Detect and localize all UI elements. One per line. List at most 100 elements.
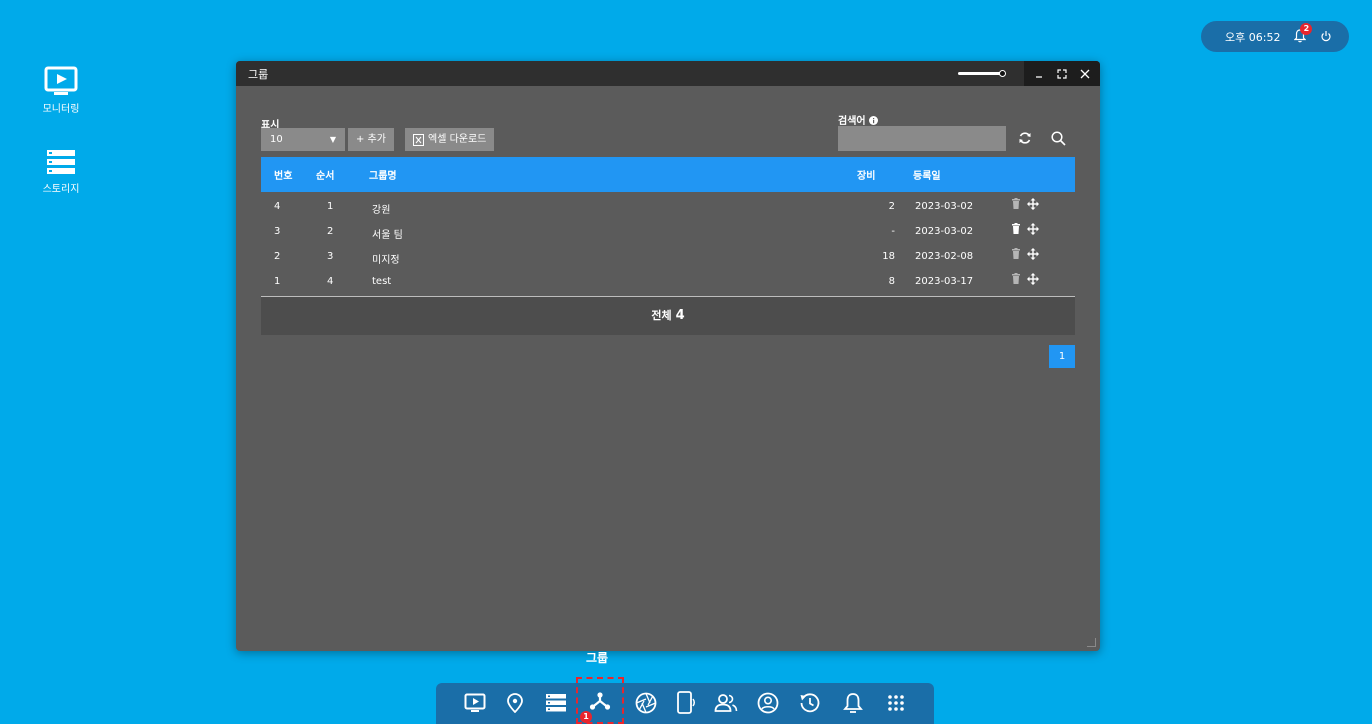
move-icon[interactable] <box>1027 273 1039 285</box>
desktop-item-label: 모니터링 <box>42 104 80 115</box>
excel-download-label: 엑셀 다운로드 <box>428 134 487 145</box>
taskbar-item-users[interactable] <box>714 691 738 715</box>
users-icon <box>714 694 738 712</box>
cell-devices: 2 <box>888 201 895 212</box>
total-count: 4 <box>675 308 685 323</box>
row-actions <box>1011 198 1039 210</box>
column-header-date[interactable]: 등록일 <box>913 167 941 182</box>
refresh-button[interactable] <box>1016 129 1034 147</box>
trash-icon[interactable] <box>1011 198 1021 209</box>
row-actions <box>1011 248 1039 260</box>
table-row[interactable]: 4 1 강원 2 2023-03-02 <box>261 194 1075 219</box>
group-window: 그룹 표시 10 ▼ + 추가 엑셀 다운로드 검색어 번호 순서 그룹명 장비… <box>236 61 1100 651</box>
power-icon <box>1321 30 1332 41</box>
close-icon <box>1080 69 1090 78</box>
cell-no: 1 <box>274 276 281 287</box>
table-total: 전체 4 <box>261 297 1075 335</box>
close-button[interactable] <box>1078 67 1092 81</box>
window-title: 그룹 <box>248 67 269 81</box>
taskbar-badge: 1 <box>580 711 592 723</box>
taskbar-item-apps[interactable] <box>884 691 908 715</box>
trash-icon[interactable] <box>1011 248 1021 259</box>
user-circle-icon <box>757 692 779 714</box>
cell-date: 2023-02-08 <box>915 251 974 262</box>
search-label: 검색어 <box>838 112 879 127</box>
cell-name: test <box>372 276 392 287</box>
row-actions <box>1011 223 1039 235</box>
cell-name: 미지정 <box>372 255 400 266</box>
cell-date: 2023-03-17 <box>915 276 974 287</box>
pagination-page-1[interactable]: 1 <box>1049 345 1075 368</box>
column-header-devices[interactable]: 장비 <box>857 167 875 182</box>
taskbar-item-device[interactable] <box>674 691 698 715</box>
search-button[interactable] <box>1049 129 1067 147</box>
table-header: 번호 순서 그룹명 장비 등록일 <box>261 157 1075 192</box>
search-input[interactable] <box>838 126 1006 151</box>
refresh-icon <box>1019 132 1031 144</box>
table-row[interactable]: 2 3 미지정 18 2023-02-08 <box>261 244 1075 269</box>
maximize-button[interactable] <box>1055 67 1069 81</box>
cell-devices: 18 <box>882 251 895 262</box>
apps-grid-icon <box>888 695 904 711</box>
cell-order: 1 <box>327 201 334 212</box>
page-size-select[interactable]: 10 ▼ <box>261 128 345 151</box>
taskbar-item-notifications[interactable] <box>841 691 865 715</box>
taskbar-item-group[interactable]: 1 <box>576 677 624 724</box>
table-row[interactable]: 3 2 서울 팀 - 2023-03-02 <box>261 219 1075 244</box>
status-bar: 오후 06:52 2 <box>1201 21 1349 52</box>
power-button[interactable] <box>1320 30 1334 44</box>
info-icon <box>869 116 879 125</box>
cell-no: 3 <box>274 226 281 237</box>
minimize-icon <box>1036 75 1043 78</box>
taskbar-item-location[interactable] <box>503 691 527 715</box>
window-controls <box>1024 61 1100 86</box>
chevron-down-icon: ▼ <box>329 135 336 144</box>
add-button[interactable]: + 추가 <box>348 128 394 151</box>
opacity-slider-handle[interactable] <box>999 70 1006 77</box>
monitor-play-icon <box>464 693 486 712</box>
group-table: 번호 순서 그룹명 장비 등록일 4 1 강원 2 2023-03-02 3 2… <box>261 157 1075 335</box>
minimize-button[interactable] <box>1032 67 1046 81</box>
page-size-value: 10 <box>270 134 283 145</box>
cell-devices: - <box>891 226 895 237</box>
column-header-name[interactable]: 그룹명 <box>369 167 397 182</box>
excel-download-button[interactable]: 엑셀 다운로드 <box>405 128 495 151</box>
clock: 오후 06:52 <box>1225 30 1281 44</box>
column-header-order[interactable]: 순서 <box>316 167 334 182</box>
opacity-slider[interactable] <box>958 72 1004 75</box>
taskbar-tooltip: 그룹 <box>586 651 609 665</box>
table-body: 4 1 강원 2 2023-03-02 3 2 서울 팀 - 2023-03-0… <box>261 192 1075 294</box>
cell-date: 2023-03-02 <box>915 201 974 212</box>
row-actions <box>1011 273 1039 285</box>
cell-no: 4 <box>274 201 281 212</box>
taskbar: 1 <box>436 677 934 724</box>
storage-icon <box>546 694 566 712</box>
cell-devices: 8 <box>888 276 895 287</box>
move-icon[interactable] <box>1027 223 1039 235</box>
monitor-play-icon <box>44 66 78 95</box>
desktop-item-storage[interactable]: 스토리지 <box>31 150 91 195</box>
move-icon[interactable] <box>1027 198 1039 210</box>
cell-date: 2023-03-02 <box>915 226 974 237</box>
maximize-icon <box>1057 68 1067 79</box>
move-icon[interactable] <box>1027 248 1039 260</box>
desktop-item-monitoring[interactable]: 모니터링 <box>31 66 91 115</box>
taskbar-item-history[interactable] <box>798 691 822 715</box>
desktop-item-label: 스토리지 <box>42 184 80 195</box>
trash-icon[interactable] <box>1011 223 1021 234</box>
notification-button[interactable]: 2 <box>1293 22 1313 45</box>
resize-handle[interactable] <box>1087 638 1096 647</box>
device-icon <box>677 691 695 714</box>
table-row[interactable]: 1 4 test 8 2023-03-17 <box>261 269 1075 294</box>
group-icon <box>589 691 611 710</box>
window-titlebar[interactable]: 그룹 <box>236 61 1100 86</box>
excel-icon <box>413 133 424 146</box>
storage-icon <box>47 150 75 174</box>
taskbar-item-storage[interactable] <box>544 691 568 715</box>
trash-icon[interactable] <box>1011 273 1021 284</box>
taskbar-item-profile[interactable] <box>756 691 780 715</box>
taskbar-item-camera[interactable] <box>634 691 658 715</box>
taskbar-item-monitoring[interactable] <box>463 691 487 715</box>
total-label: 전체 <box>651 309 672 322</box>
column-header-no[interactable]: 번호 <box>274 167 292 182</box>
